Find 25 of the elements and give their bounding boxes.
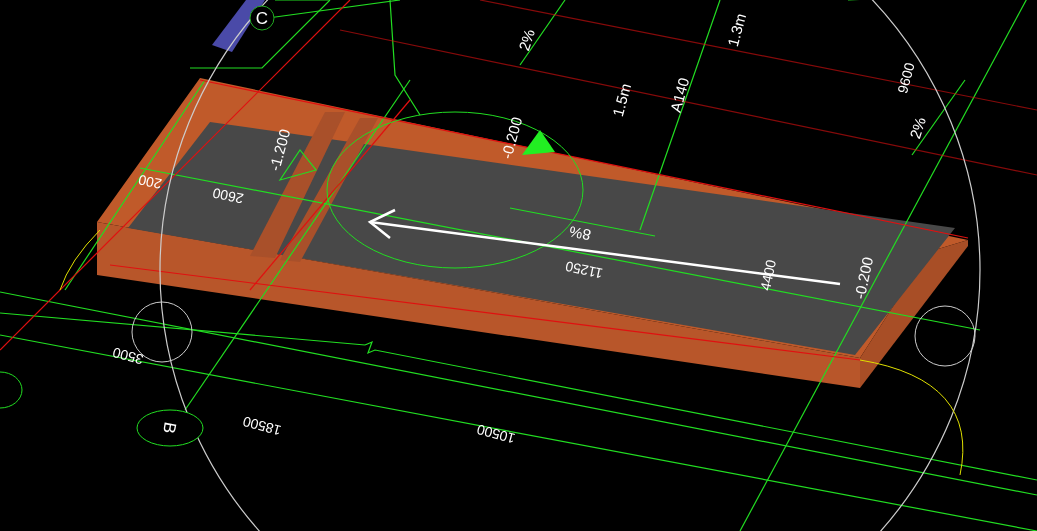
axis-bubble bbox=[249, 5, 275, 31]
note-label: 1.3m bbox=[724, 11, 750, 49]
axis-bubble bbox=[0, 371, 23, 409]
slope-label: 2% bbox=[906, 114, 929, 141]
marker-circle bbox=[914, 305, 976, 367]
elevation-label: -0.200 bbox=[497, 115, 526, 161]
arc-line bbox=[59, 229, 101, 291]
note-label: 1.5m bbox=[609, 81, 635, 119]
dimension-label: 9600 bbox=[894, 60, 918, 96]
dimension-label: 10500 bbox=[475, 421, 517, 447]
axis-label: C bbox=[255, 9, 269, 28]
dimension-label: 11250 bbox=[563, 258, 605, 282]
dimension-label: 2600 bbox=[211, 184, 245, 208]
dimension-label: 4400 bbox=[756, 258, 780, 292]
slope-label: 8% bbox=[567, 222, 593, 245]
slope-label: 2% bbox=[515, 26, 538, 53]
axis-label: B bbox=[159, 420, 180, 436]
dimension-label: 200 bbox=[136, 171, 164, 193]
dimension-label: 3500 bbox=[110, 344, 146, 368]
elevation-label: -0.200 bbox=[850, 255, 877, 301]
triangle-icon bbox=[522, 130, 555, 155]
elevation-label: -1.200 bbox=[265, 127, 294, 173]
note-label: A140 bbox=[666, 75, 693, 114]
axis-bubble bbox=[136, 409, 204, 447]
dimension-label: 18500 bbox=[241, 413, 283, 439]
